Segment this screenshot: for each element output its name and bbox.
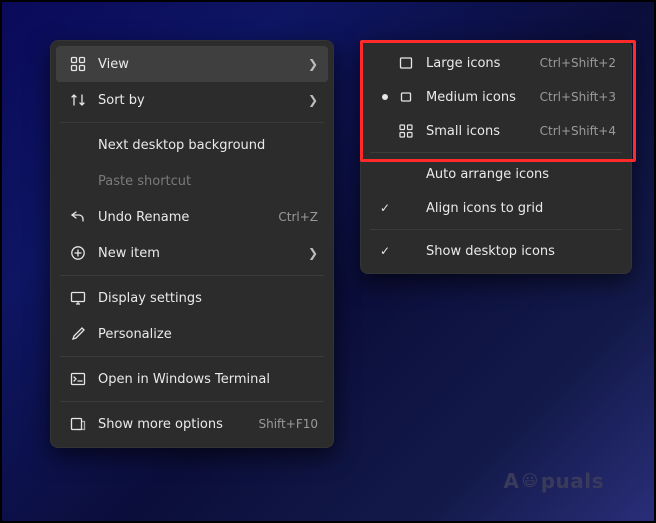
watermark-face-icon: 😃 <box>522 471 539 490</box>
watermark-a: A <box>504 469 520 493</box>
desktop-context-menu: View ❯ Sort by ❯ Next desktop background… <box>50 40 334 448</box>
menu-display-settings[interactable]: Display settings <box>56 280 328 316</box>
chevron-right-icon: ❯ <box>304 57 318 71</box>
submenu-large-icons[interactable]: Large icons Ctrl+Shift+2 <box>366 46 626 80</box>
paint-icon <box>66 326 90 342</box>
chevron-right-icon: ❯ <box>304 246 318 260</box>
more-options-icon <box>66 416 90 432</box>
checkmark-icon: ✓ <box>376 201 394 215</box>
submenu-small-icons-accel: Ctrl+Shift+4 <box>530 124 616 138</box>
large-icons-icon <box>394 55 418 71</box>
separator <box>370 152 622 153</box>
view-submenu: Large icons Ctrl+Shift+2 Medium icons Ct… <box>360 40 632 274</box>
menu-personalize-label: Personalize <box>90 327 318 342</box>
medium-icons-icon <box>394 89 418 105</box>
submenu-auto-arrange[interactable]: Auto arrange icons <box>366 157 626 191</box>
separator <box>60 122 324 123</box>
submenu-large-icons-accel: Ctrl+Shift+2 <box>530 56 616 70</box>
separator <box>60 356 324 357</box>
menu-undo-rename[interactable]: Undo Rename Ctrl+Z <box>56 199 328 235</box>
submenu-show-desktop-icons-label: Show desktop icons <box>418 244 616 259</box>
submenu-medium-icons-label: Medium icons <box>418 90 530 105</box>
submenu-medium-icons[interactable]: Medium icons Ctrl+Shift+3 <box>366 80 626 114</box>
submenu-auto-arrange-label: Auto arrange icons <box>418 167 616 182</box>
submenu-small-icons-label: Small icons <box>418 124 530 139</box>
separator <box>370 229 622 230</box>
menu-paste-shortcut: Paste shortcut <box>56 163 328 199</box>
submenu-large-icons-label: Large icons <box>418 56 530 71</box>
terminal-icon <box>66 371 90 387</box>
menu-display-settings-label: Display settings <box>90 291 318 306</box>
menu-sort-by[interactable]: Sort by ❯ <box>56 82 328 118</box>
menu-personalize[interactable]: Personalize <box>56 316 328 352</box>
display-icon <box>66 290 90 306</box>
separator <box>60 275 324 276</box>
menu-new-item[interactable]: New item ❯ <box>56 235 328 271</box>
menu-paste-shortcut-label: Paste shortcut <box>90 174 318 189</box>
sort-icon <box>66 92 90 108</box>
menu-more-options-accel: Shift+F10 <box>248 417 318 431</box>
menu-open-terminal[interactable]: Open in Windows Terminal <box>56 361 328 397</box>
menu-open-terminal-label: Open in Windows Terminal <box>90 372 318 387</box>
submenu-small-icons[interactable]: Small icons Ctrl+Shift+4 <box>366 114 626 148</box>
submenu-align-grid[interactable]: ✓ Align icons to grid <box>366 191 626 225</box>
menu-more-options[interactable]: Show more options Shift+F10 <box>56 406 328 442</box>
menu-sort-by-label: Sort by <box>90 93 304 108</box>
menu-next-desktop-bg[interactable]: Next desktop background <box>56 127 328 163</box>
submenu-show-desktop-icons[interactable]: ✓ Show desktop icons <box>366 234 626 268</box>
separator <box>60 401 324 402</box>
menu-more-options-label: Show more options <box>90 417 248 432</box>
view-grid-icon <box>66 56 90 72</box>
menu-new-item-label: New item <box>90 246 304 261</box>
menu-view-label: View <box>90 57 304 72</box>
undo-icon <box>66 209 90 225</box>
menu-undo-rename-label: Undo Rename <box>90 210 268 225</box>
watermark-rest: puals <box>541 469 604 493</box>
submenu-align-grid-label: Align icons to grid <box>418 201 616 216</box>
checkmark-icon: ✓ <box>376 244 394 258</box>
plus-circle-icon <box>66 245 90 261</box>
menu-undo-rename-accel: Ctrl+Z <box>268 210 318 224</box>
chevron-right-icon: ❯ <box>304 93 318 107</box>
radio-selected-icon <box>376 94 394 100</box>
small-icons-icon <box>394 123 418 139</box>
submenu-medium-icons-accel: Ctrl+Shift+3 <box>530 90 616 104</box>
menu-next-bg-label: Next desktop background <box>90 138 318 153</box>
watermark: A 😃 puals <box>504 469 604 493</box>
menu-view[interactable]: View ❯ <box>56 46 328 82</box>
